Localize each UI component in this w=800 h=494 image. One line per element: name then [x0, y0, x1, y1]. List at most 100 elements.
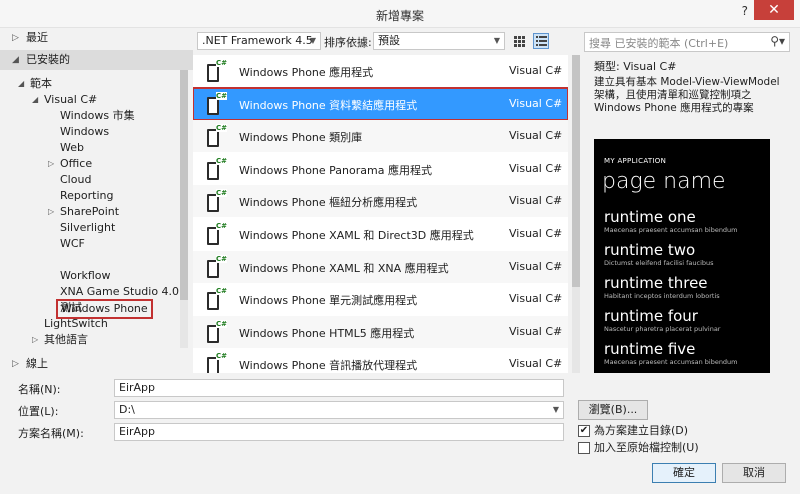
tree-item[interactable]: Windows [60, 124, 109, 140]
preview-app-title: MY APPLICATION [604, 157, 667, 165]
chevron-down-icon: ▼ [552, 405, 559, 414]
expand-arrow-icon: ▷ [12, 33, 19, 43]
recent-header[interactable]: ▷ 最近 [0, 28, 193, 48]
search-input[interactable]: 搜尋 已安裝的範本 (Ctrl+E) ⚲▾ [584, 32, 790, 52]
expand-arrow-icon[interactable]: ▷ [48, 156, 54, 172]
preview-item-title: runtime one [604, 208, 696, 226]
template-row[interactable]: C# Windows Phone 應用程式 Visual C# [193, 55, 568, 87]
framework-dropdown[interactable]: .NET Framework 4.5 ▼ [197, 32, 321, 50]
template-language: Visual C# [509, 259, 563, 273]
preview-item-subtitle: Dictumst eleifend facilisi faucibus [604, 259, 714, 267]
template-row[interactable]: C# Windows Phone 音訊播放代理程式 Visual C# [193, 348, 568, 373]
sort-label: 排序依據: [324, 36, 372, 49]
phone-icon: C# [205, 59, 228, 83]
browse-button[interactable]: 瀏覽(B)... [578, 400, 648, 420]
location-field[interactable]: D:\ ▼ [114, 401, 564, 419]
preview-list-item: runtime four Nascetur pharetra placerat p… [604, 307, 721, 334]
template-language: Visual C# [509, 292, 563, 306]
template-preview-image: MY APPLICATION page name runtime one Maec… [594, 139, 770, 373]
list-icon [536, 36, 547, 46]
list-scrollbar[interactable] [572, 55, 580, 373]
tree-item[interactable]: ▷ 其他語言 [32, 332, 88, 348]
template-row[interactable]: C# Windows Phone XAML 和 XNA 應用程式 Visual C# [193, 250, 568, 283]
scroll-thumb[interactable] [572, 55, 580, 287]
template-type: 類型: Visual C# [594, 60, 677, 73]
tree-item-label: Cloud [60, 173, 92, 186]
checkbox-icon: ✔ [578, 425, 590, 437]
close-button[interactable]: ✕ [754, 0, 794, 20]
help-button[interactable]: ? [742, 4, 748, 18]
template-language: Visual C# [509, 96, 563, 110]
collapse-arrow-icon[interactable]: ◢ [32, 92, 38, 108]
expand-arrow-icon[interactable]: ▷ [32, 332, 38, 348]
tree-item[interactable]: Silverlight [60, 220, 115, 236]
tree-item[interactable]: Web [60, 140, 84, 156]
template-row[interactable]: C# Windows Phone 單元測試應用程式 Visual C# [193, 283, 568, 315]
solution-name-field[interactable]: EirApp [114, 423, 564, 441]
collapse-arrow-icon[interactable]: ◢ [18, 76, 24, 92]
template-language: Visual C# [509, 64, 563, 77]
scroll-thumb[interactable] [180, 70, 188, 300]
phone-icon: C# [205, 189, 228, 213]
phone-icon: C# [205, 254, 228, 279]
ok-button[interactable]: 確定 [652, 463, 716, 483]
cancel-button[interactable]: 取消 [722, 463, 786, 483]
template-name: Windows Phone 類別庫 [239, 131, 363, 145]
tree-item[interactable]: Workflow [60, 268, 111, 284]
tree-item[interactable]: ◢ Visual C# [32, 92, 97, 108]
tree-item[interactable]: LightSwitch [44, 316, 108, 332]
name-label: 名稱(N): [18, 383, 61, 396]
template-language: Visual C# [509, 194, 563, 208]
template-name: Windows Phone Panorama 應用程式 [239, 163, 432, 177]
tree-item-label: Office [60, 157, 93, 170]
preview-item-title: runtime five [604, 340, 696, 358]
template-row[interactable]: C# Windows Phone 類別庫 Visual C# [193, 120, 568, 153]
installed-header[interactable]: ◢ 已安裝的 [0, 50, 193, 70]
phone-icon: C# [205, 91, 228, 116]
template-name: Windows Phone 樞紐分析應用程式 [239, 196, 418, 210]
expand-arrow-icon[interactable]: ▷ [48, 204, 54, 220]
template-row[interactable]: C# Windows Phone 資料繫結應用程式 Visual C# [193, 86, 568, 121]
template-row[interactable]: C# Windows Phone Panorama 應用程式 Visual C# [193, 153, 568, 185]
online-header[interactable]: ▷ 線上 [0, 354, 193, 374]
template-categories-panel: ▷ 最近 ◢ 已安裝的 ◢ 範本 ◢ Visual C# Windows 市集 Windo… [0, 28, 193, 373]
template-language: Visual C# [509, 324, 563, 338]
tree-item-label: 其他語言 [44, 333, 88, 346]
tree-item[interactable]: Windows 市集 [60, 108, 135, 124]
name-field[interactable]: EirApp [114, 379, 564, 397]
tree-item[interactable]: WCF [60, 236, 85, 252]
grid-view-button[interactable] [511, 33, 527, 49]
preview-list-item: runtime one Maecenas praesent accumsan bi… [604, 208, 738, 235]
search-icon[interactable]: ⚲▾ [770, 34, 785, 48]
chevron-down-icon: ▼ [493, 36, 500, 45]
preview-item-subtitle: Nascetur pharetra placerat pulvinar [604, 325, 721, 333]
list-view-button[interactable] [533, 33, 549, 49]
template-row[interactable]: C# Windows Phone HTML5 應用程式 Visual C# [193, 315, 568, 348]
tree-item[interactable]: 測試 [60, 300, 82, 316]
left-scrollbar[interactable] [180, 70, 188, 348]
collapse-arrow-icon: ◢ [12, 55, 19, 65]
tree-item-label: Windows 市集 [60, 109, 135, 122]
phone-icon: C# [205, 287, 228, 311]
tree-item-label: Silverlight [60, 221, 116, 234]
tree-item[interactable]: ▷ Office [48, 156, 93, 172]
template-description-panel: 類型: Visual C# 建立具有基本 Model-View-ViewMode… [584, 56, 790, 373]
phone-icon: C# [205, 124, 228, 148]
preview-item-title: runtime four [604, 307, 698, 325]
tree-item[interactable]: Cloud [60, 172, 91, 188]
template-name: Windows Phone 應用程式 [239, 66, 374, 79]
template-row[interactable]: C# Windows Phone 樞紐分析應用程式 Visual C# [193, 185, 568, 218]
tree-item[interactable]: ◢ 範本 [18, 76, 52, 92]
phone-icon: C# [205, 319, 228, 344]
phone-icon: C# [205, 156, 228, 181]
tree-item[interactable]: XNA Game Studio 4.0 [60, 284, 179, 300]
sort-dropdown[interactable]: 預設 ▼ [373, 32, 505, 50]
tree-item-label: Workflow [60, 269, 111, 282]
preview-list-item: runtime three Habitant inceptos interdum … [604, 275, 720, 301]
template-name: Windows Phone 單元測試應用程式 [239, 294, 418, 308]
preview-item-title: runtime two [604, 241, 696, 259]
template-description: 建立具有基本 Model-View-ViewModel 架構，且使用清單和巡覽控… [594, 76, 780, 114]
tree-item[interactable]: Reporting [60, 188, 113, 204]
tree-item[interactable]: ▷ SharePoint [48, 204, 119, 220]
template-row[interactable]: C# Windows Phone XAML 和 Direct3D 應用程式 Visu… [193, 218, 568, 250]
